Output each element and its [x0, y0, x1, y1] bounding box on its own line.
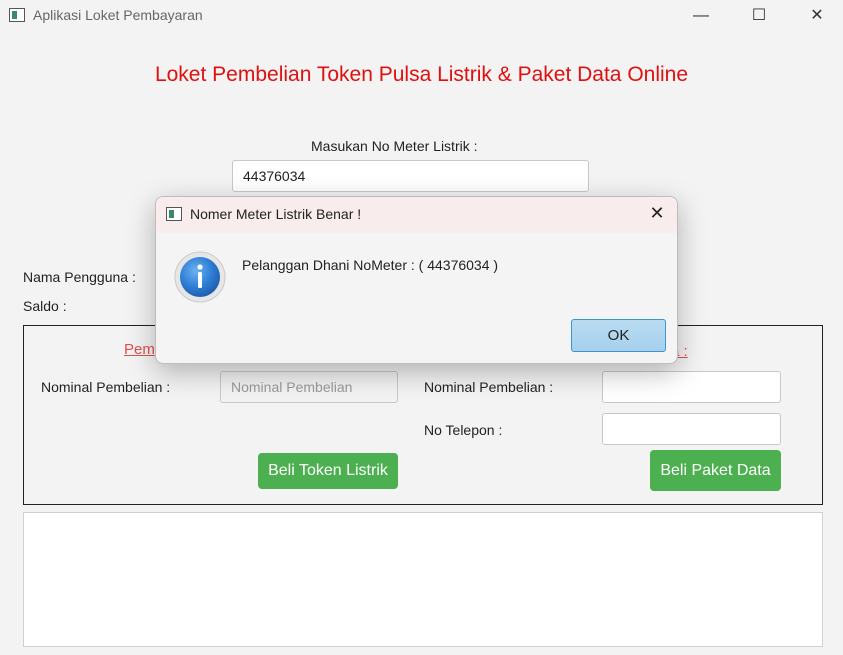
app-window-icon — [9, 8, 25, 22]
balance-label: Saldo : — [23, 298, 67, 314]
dialog-message: Pelanggan Dhani NoMeter : ( 44376034 ) — [242, 257, 499, 273]
window-title: Aplikasi Loket Pembayaran — [33, 7, 203, 23]
data-nominal-label: Nominal Pembelian : — [424, 379, 554, 395]
token-section-title: Pem — [124, 341, 155, 358]
buy-data-button[interactable]: Beli Paket Data — [650, 450, 781, 491]
buy-token-button[interactable]: Beli Token Listrik — [258, 453, 398, 489]
maximize-icon[interactable]: ☐ — [736, 0, 782, 32]
dialog-title-bar: Nomer Meter Listrik Benar ! ✕ — [156, 197, 677, 233]
data-nominal-input[interactable] — [602, 371, 781, 403]
dialog-title: Nomer Meter Listrik Benar ! — [190, 206, 362, 222]
ok-button[interactable]: OK — [571, 319, 666, 352]
phone-number-label: No Telepon : — [424, 422, 503, 438]
meter-number-input[interactable]: 44376034 — [232, 160, 589, 192]
meter-number-label: Masukan No Meter Listrik : — [311, 138, 478, 154]
info-icon — [174, 251, 226, 303]
close-icon[interactable]: ✕ — [794, 0, 840, 32]
dialog-close-icon[interactable]: ✕ — [646, 203, 668, 224]
phone-number-input[interactable] — [602, 413, 781, 445]
page-title: Loket Pembelian Token Pulsa Listrik & Pa… — [154, 63, 689, 86]
user-name-label: Nama Pengguna : — [23, 269, 136, 285]
token-nominal-input[interactable]: Nominal Pembelian — [220, 371, 398, 403]
window-title-bar: Aplikasi Loket Pembayaran — ☐ ✕ — [0, 0, 843, 32]
minimize-icon[interactable]: — — [678, 0, 724, 32]
output-text-area[interactable] — [23, 512, 823, 647]
token-nominal-label: Nominal Pembelian : — [41, 379, 171, 395]
info-dialog: Nomer Meter Listrik Benar ! ✕ Pelanggan … — [155, 196, 678, 364]
dialog-window-icon — [166, 207, 182, 221]
